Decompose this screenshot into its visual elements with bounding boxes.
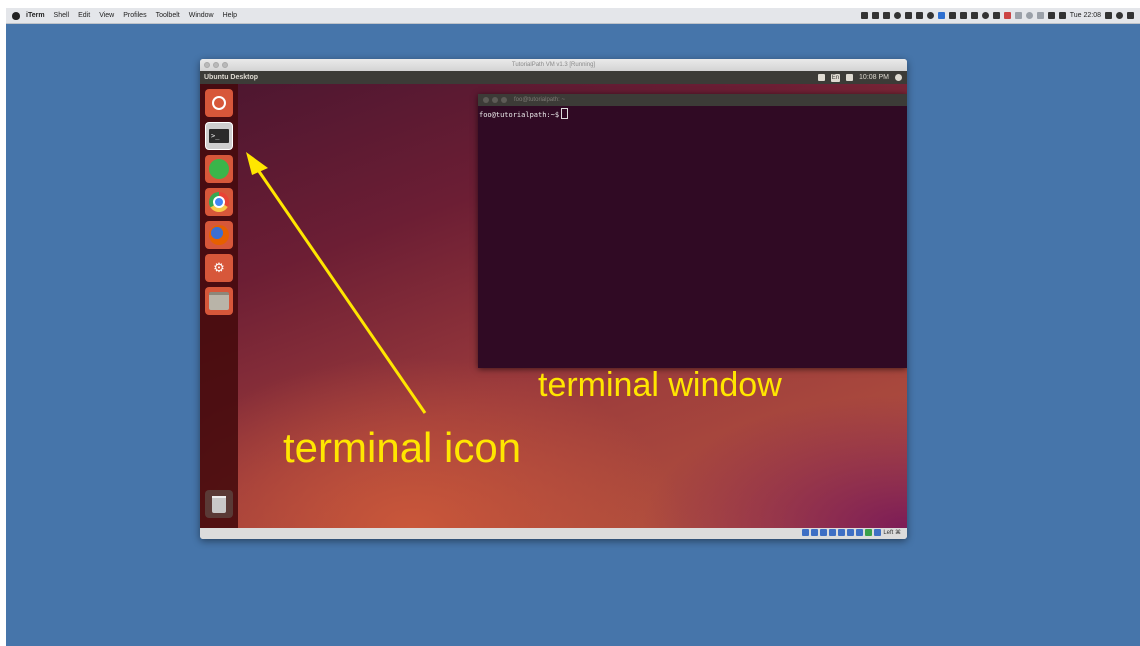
- apple-menu-icon[interactable]: [12, 11, 20, 20]
- mac-menu-bar: iTerm Shell Edit View Profiles Toolbelt …: [6, 8, 1140, 24]
- terminal-cursor: [561, 108, 569, 119]
- menu-view[interactable]: View: [99, 12, 114, 19]
- input-source-icon[interactable]: [1058, 12, 1066, 19]
- terminal-window[interactable]: foo@tutorialpath: ~ foo@tutorialpath:~$: [478, 94, 907, 368]
- status-icon[interactable]: [882, 12, 890, 19]
- terminal-prompt-line[interactable]: foo@tutorialpath:~$: [479, 108, 569, 119]
- network-icon[interactable]: [817, 74, 825, 81]
- system-settings-icon[interactable]: ⚙: [205, 254, 233, 282]
- status-icon[interactable]: [1025, 12, 1033, 19]
- shared-folder-icon[interactable]: [829, 529, 837, 536]
- trash-icon[interactable]: [205, 490, 233, 518]
- menu-bar-clock[interactable]: Tue 22:08: [1070, 12, 1101, 19]
- status-icon[interactable]: [948, 12, 956, 19]
- status-icon[interactable]: [904, 12, 912, 19]
- status-icon[interactable]: [937, 12, 945, 19]
- window-controls: [204, 62, 228, 68]
- display-icon[interactable]: [838, 529, 846, 536]
- menu-toolbelt[interactable]: Toolbelt: [156, 12, 180, 19]
- status-icon[interactable]: [871, 12, 879, 19]
- cpu-icon[interactable]: [865, 529, 873, 536]
- dash-home-icon[interactable]: [205, 89, 233, 117]
- bluetooth-icon[interactable]: [1036, 12, 1044, 19]
- usb-icon[interactable]: [820, 529, 828, 536]
- status-icon[interactable]: [926, 12, 934, 19]
- terminal-title-bar[interactable]: foo@tutorialpath: ~: [478, 94, 907, 106]
- vm-window-title-bar[interactable]: TutorialPath VM v1.3 [Running]: [200, 59, 907, 71]
- terminal-title: foo@tutorialpath: ~: [514, 97, 565, 103]
- vm-window-title: TutorialPath VM v1.3 [Running]: [511, 62, 596, 68]
- status-icon[interactable]: [970, 12, 978, 19]
- menu-profiles[interactable]: Profiles: [123, 12, 146, 19]
- network-adapter-icon[interactable]: [847, 529, 855, 536]
- menu-bar-status-area: Tue 22:08: [860, 8, 1134, 23]
- terminal-close-button[interactable]: [483, 97, 489, 103]
- volume-icon[interactable]: [1105, 12, 1112, 19]
- menu-shell[interactable]: Shell: [54, 12, 70, 19]
- vm-status-icons: Left ⌘: [802, 529, 901, 536]
- hard-disk-icon[interactable]: [802, 529, 810, 536]
- terminal-prompt: foo@tutorialpath:~$: [479, 111, 560, 119]
- annotation-terminal-icon: terminal icon: [283, 424, 522, 471]
- firefox-icon[interactable]: [205, 221, 233, 249]
- volume-icon[interactable]: [846, 74, 854, 81]
- vm-status-bar: Left ⌘: [200, 528, 907, 539]
- ubuntu-indicators: En 10:08 PM: [817, 71, 902, 84]
- menu-help[interactable]: Help: [223, 12, 237, 19]
- mouse-integration-icon[interactable]: [874, 529, 882, 536]
- optical-drive-icon[interactable]: [811, 529, 819, 536]
- status-icon[interactable]: [1014, 12, 1022, 19]
- headphones-icon[interactable]: [981, 12, 989, 19]
- terminal-minimize-button[interactable]: [492, 97, 498, 103]
- unity-launcher: >_ ⚙: [200, 84, 238, 528]
- wifi-icon[interactable]: [1047, 12, 1055, 19]
- menu-window[interactable]: Window: [189, 12, 214, 19]
- terminal-window-controls: [483, 97, 507, 103]
- annotation-terminal-window: terminal window: [538, 366, 782, 404]
- ubuntu-clock[interactable]: 10:08 PM: [859, 71, 889, 84]
- status-icon[interactable]: [992, 12, 1000, 19]
- status-icon[interactable]: [860, 12, 868, 19]
- keyboard-layout-indicator[interactable]: En: [830, 73, 841, 82]
- close-button[interactable]: [204, 62, 210, 68]
- ubuntu-panel-title: Ubuntu Desktop: [204, 74, 259, 81]
- status-icon[interactable]: [1003, 12, 1011, 19]
- files-icon[interactable]: [205, 287, 233, 315]
- host-key-label: Left ⌘: [883, 530, 901, 536]
- menu-app-name[interactable]: iTerm: [26, 12, 45, 19]
- spotlight-search-icon[interactable]: [1116, 12, 1123, 19]
- power-gear-icon[interactable]: [895, 74, 902, 81]
- terminal-icon[interactable]: >_: [205, 122, 233, 150]
- notification-center-icon[interactable]: [1127, 12, 1134, 19]
- status-icon[interactable]: [915, 12, 923, 19]
- chrome-icon[interactable]: [205, 188, 233, 216]
- minimize-button[interactable]: [213, 62, 219, 68]
- zoom-button[interactable]: [222, 62, 228, 68]
- video-capture-icon[interactable]: [856, 529, 864, 536]
- ubuntu-top-panel: Ubuntu Desktop En 10:08 PM: [200, 71, 907, 84]
- status-icon[interactable]: [893, 12, 901, 19]
- status-icon[interactable]: [959, 12, 967, 19]
- software-center-icon[interactable]: [205, 155, 233, 183]
- menu-edit[interactable]: Edit: [78, 12, 90, 19]
- terminal-maximize-button[interactable]: [501, 97, 507, 103]
